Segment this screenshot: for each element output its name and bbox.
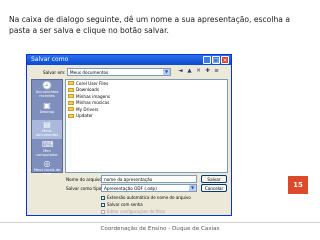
place-network[interactable]: ◎ Meus locais de rede <box>32 159 62 178</box>
folder-icon <box>68 100 74 105</box>
folder-icon <box>68 107 74 112</box>
minimize-button[interactable]: _ <box>203 56 211 64</box>
dialog-title: Salvar como <box>31 56 69 63</box>
maximize-button[interactable]: □ <box>212 56 220 64</box>
view-menu-icon[interactable]: ≡ <box>213 68 220 75</box>
place-recent-documents[interactable]: 🕘 Documentos recentes <box>32 81 62 100</box>
folder-icon <box>68 87 74 92</box>
close-button[interactable]: × <box>221 56 229 64</box>
filetype-label: Salvar como tipo: <box>66 186 103 191</box>
auto-extension-checkbox[interactable]: ✓ Extensão automática de nome de arquivo <box>101 195 191 200</box>
filename-value: nome da apresentação <box>104 177 153 182</box>
filetype-dropdown[interactable]: Apresentação ODF (.odp) ▼ <box>101 184 197 192</box>
save-with-password-checkbox[interactable]: Salvar com senha <box>101 202 143 207</box>
delete-icon[interactable]: ✕ <box>195 68 202 75</box>
slide-number: 15 <box>288 176 308 194</box>
filename-field[interactable]: nome da apresentação <box>101 175 197 183</box>
filename-label: Nome do arquivo: <box>66 177 104 182</box>
folder-icon <box>68 113 74 118</box>
save-button[interactable]: Salvar <box>201 175 227 183</box>
save-in-value: Meus documentos <box>70 70 109 75</box>
back-icon[interactable]: ◄ <box>177 68 184 75</box>
save-in-dropdown[interactable]: Meus documentos ▼ <box>67 68 171 76</box>
desktop-icon: ▣ <box>43 100 51 110</box>
cancel-button[interactable]: Cancelar <box>201 184 227 192</box>
save-as-dialog: Salvar como _ □ × Salvar em: Meus docume… <box>26 54 232 216</box>
my-documents-icon: ▤ <box>43 120 51 130</box>
chevron-down-icon: ▼ <box>163 69 170 75</box>
instruction-text: Na caixa de dialogo seguinte, dê um nome… <box>9 15 290 35</box>
footer-text: Coordenação de Ensino - Duque de Caxias <box>100 226 220 232</box>
place-desktop[interactable]: ▣ Desktop <box>32 101 62 120</box>
folder-icon <box>68 94 74 99</box>
up-folder-icon[interactable]: ▲ <box>186 68 193 75</box>
place-my-documents[interactable]: ▤ Meus documentos <box>32 120 62 139</box>
edit-filter-settings-checkbox: Editar configurações do filtro <box>101 209 165 214</box>
file-list[interactable]: Corel User Files Downloads Minhas imagen… <box>65 79 228 173</box>
dialog-titlebar: Salvar como _ □ × <box>27 55 231 65</box>
list-item[interactable]: Updater <box>66 113 227 120</box>
new-folder-icon[interactable]: ✚ <box>204 68 211 75</box>
save-in-label: Salvar em: <box>43 70 66 75</box>
footer-divider <box>0 222 320 223</box>
network-places-icon: ◎ <box>43 159 51 169</box>
places-bar: 🕘 Documentos recentes ▣ Desktop ▤ Meus d… <box>31 79 63 176</box>
folder-icon <box>68 81 74 86</box>
chevron-down-icon: ▼ <box>189 185 196 191</box>
filetype-value: Apresentação ODF (.odp) <box>104 186 157 191</box>
checkmark-icon: ✓ <box>101 195 106 201</box>
my-computer-icon: ⌨ <box>42 139 54 149</box>
recent-documents-icon: 🕘 <box>42 81 52 90</box>
place-my-computer[interactable]: ⌨ Meu computador <box>32 140 62 159</box>
